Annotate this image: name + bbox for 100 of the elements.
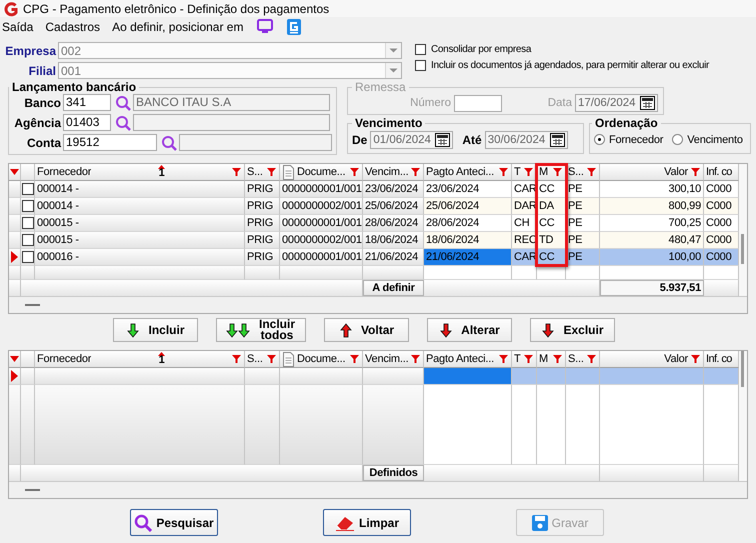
caret-icon[interactable]: [10, 356, 19, 362]
search-icon[interactable]: [115, 94, 131, 110]
column-header[interactable]: Vencim...: [363, 164, 424, 181]
filter-icon[interactable]: [232, 168, 241, 176]
filter-icon[interactable]: [499, 355, 508, 363]
column-header[interactable]: Pagto Anteci...: [424, 351, 512, 368]
date-field[interactable]: 30/06/2024: [484, 130, 568, 148]
column-header[interactable]: Docume...: [280, 164, 363, 181]
column-header[interactable]: M: [537, 351, 566, 368]
filter-icon[interactable]: [553, 168, 562, 176]
table-cell: 25/06/2024: [363, 198, 424, 215]
menu-item[interactable]: Ao definir, posicionar em: [112, 20, 244, 34]
field-label: Filial: [28, 64, 57, 78]
down-arrow-icon: [439, 322, 454, 338]
transfer-button[interactable]: Excluir: [530, 318, 615, 342]
scrollbar-thumb[interactable]: [741, 351, 744, 387]
column-header[interactable]: Pagto Anteci...: [424, 164, 512, 181]
column-header[interactable]: S...: [245, 164, 280, 181]
dropdown-field[interactable]: 002: [58, 42, 402, 59]
field-label: Até: [461, 132, 483, 146]
dropdown-field[interactable]: 001: [58, 62, 402, 79]
app-icon[interactable]: [287, 18, 302, 34]
column-header[interactable]: Inf. co: [704, 351, 739, 368]
filter-icon[interactable]: [587, 355, 596, 363]
table-cell: PRIG: [245, 181, 280, 198]
column-header[interactable]: S...: [566, 351, 600, 368]
filter-icon[interactable]: [524, 355, 533, 363]
input-field[interactable]: 341: [63, 94, 111, 111]
action-button[interactable]: Pesquisar: [130, 509, 218, 536]
column-header[interactable]: Fornecedor 1: [35, 164, 245, 181]
filter-icon[interactable]: [499, 168, 508, 176]
filter-icon[interactable]: [587, 168, 596, 176]
filter-icon[interactable]: [691, 168, 700, 176]
monitor-icon[interactable]: [257, 19, 274, 34]
table-cell: [363, 266, 424, 280]
filter-icon[interactable]: [411, 168, 420, 176]
field-label: Empresa: [4, 44, 58, 58]
table-cell: C000: [704, 198, 739, 215]
calendar-icon[interactable]: [435, 132, 450, 146]
filter-icon[interactable]: [691, 355, 700, 363]
scrollbar-thumb[interactable]: [741, 234, 744, 264]
column-header[interactable]: Valor: [600, 164, 704, 181]
date-field[interactable]: 01/06/2024: [370, 130, 454, 148]
column-header[interactable]: S...: [566, 164, 600, 181]
column-header[interactable]: Docume...: [280, 351, 363, 368]
table-cell: 000015 -: [35, 232, 245, 249]
column-header[interactable]: Inf. co: [704, 164, 739, 181]
filter-icon[interactable]: [232, 355, 241, 363]
filter-icon[interactable]: [350, 355, 359, 363]
caret-icon[interactable]: [10, 169, 19, 175]
table-cell: CC: [537, 181, 566, 198]
radio-button[interactable]: [594, 134, 605, 145]
checkbox[interactable]: [22, 251, 34, 263]
checkbox[interactable]: [22, 200, 34, 212]
group-title: Ordenação: [594, 117, 659, 130]
filter-icon[interactable]: [411, 355, 420, 363]
table-cell: 23/06/2024: [363, 181, 424, 198]
column-header[interactable]: Vencim...: [363, 351, 424, 368]
table-cell: 000016 -: [35, 249, 245, 266]
search-icon[interactable]: [161, 134, 177, 150]
filter-icon[interactable]: [524, 168, 533, 176]
grip-handle[interactable]: [25, 489, 40, 491]
grip-handle[interactable]: [25, 304, 40, 306]
table-cell: PRIG: [245, 232, 280, 249]
transfer-button[interactable]: Voltar: [324, 318, 409, 342]
group-title: Vencimento: [354, 117, 424, 130]
table-cell: C000: [704, 181, 739, 198]
column-header[interactable]: Valor: [600, 351, 704, 368]
column-header[interactable]: T: [512, 164, 537, 181]
checkbox[interactable]: [415, 44, 426, 55]
transfer-button[interactable]: Incluir: [113, 318, 198, 342]
input-field[interactable]: 01403: [63, 114, 111, 131]
checkbox[interactable]: [22, 234, 34, 246]
row-pointer-icon: [11, 370, 18, 382]
table-cell: 000015 -: [35, 215, 245, 232]
filter-icon[interactable]: [267, 168, 276, 176]
action-button[interactable]: Limpar: [323, 509, 411, 536]
filter-icon[interactable]: [350, 168, 359, 176]
row-pointer-icon: [11, 251, 18, 263]
table-cell: DA: [537, 198, 566, 215]
table-cell: 23/06/2024: [424, 181, 512, 198]
menu-item[interactable]: Cadastros: [45, 20, 100, 34]
calendar-icon[interactable]: [550, 132, 565, 146]
transfer-button[interactable]: Alterar: [427, 318, 512, 342]
filter-icon[interactable]: [267, 355, 276, 363]
table-cell: C000: [704, 215, 739, 232]
radio-button[interactable]: [672, 134, 684, 145]
column-header[interactable]: T: [512, 351, 537, 368]
menu-item[interactable]: Saída: [2, 20, 34, 34]
search-icon[interactable]: [115, 114, 131, 130]
input-field[interactable]: 19512: [63, 134, 157, 151]
transfer-button[interactable]: Incluir todos: [216, 318, 306, 342]
sort-caret-icon: [158, 164, 166, 168]
window-title: CPG - Pagamento eletrônico - Definição dos pagamentos: [23, 2, 330, 16]
checkbox[interactable]: [22, 217, 34, 229]
checkbox[interactable]: [415, 60, 426, 71]
column-header[interactable]: Fornecedor 1: [35, 351, 245, 368]
checkbox[interactable]: [22, 183, 34, 195]
column-header[interactable]: S...: [245, 351, 280, 368]
filter-icon[interactable]: [553, 355, 562, 363]
